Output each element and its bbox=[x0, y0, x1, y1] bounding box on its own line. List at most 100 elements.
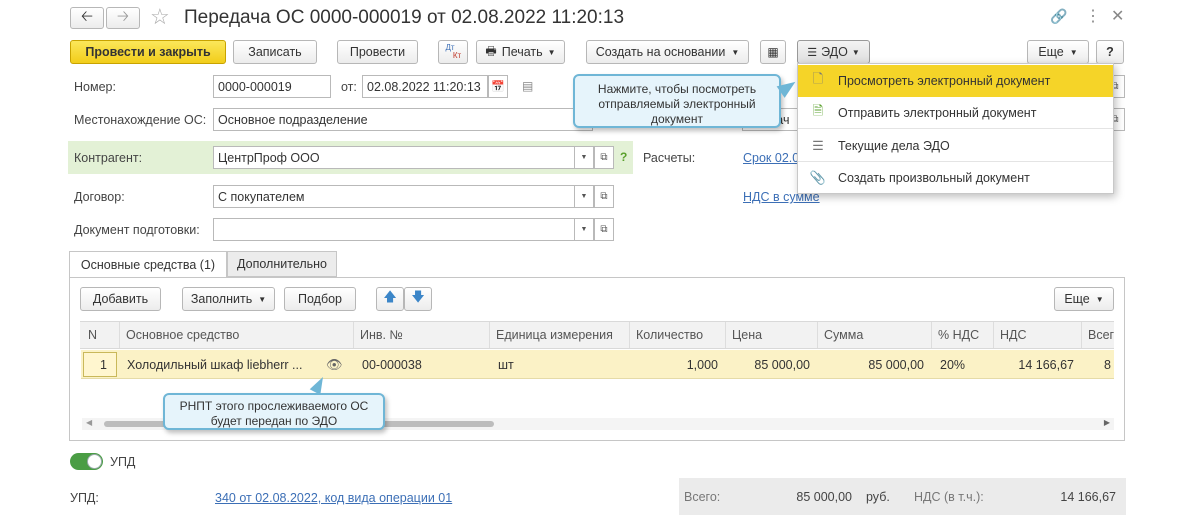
prep-doc-dropdown[interactable]: ▼ bbox=[574, 218, 594, 241]
menu-item-create-label: Создать произвольный документ bbox=[838, 171, 1030, 185]
comment-icon[interactable]: ▤ bbox=[522, 79, 533, 93]
row-vat: 14 166,67 bbox=[1018, 357, 1074, 372]
row-number: 1 bbox=[100, 357, 107, 372]
col-unit[interactable]: Единица измерения bbox=[490, 322, 630, 348]
chevron-down-icon: ▼ bbox=[731, 47, 740, 57]
fill-label: Заполнить bbox=[190, 292, 253, 306]
open-icon: ⧉ bbox=[600, 224, 608, 235]
more-vertical-icon[interactable]: ⋮ bbox=[1085, 6, 1101, 26]
table-more-label: Еще bbox=[1064, 292, 1090, 306]
fill-button[interactable]: Заполнить ▼ bbox=[182, 287, 275, 311]
col-vat[interactable]: НДС bbox=[994, 322, 1082, 348]
row-asset: Холодильный шкаф liebherr ... bbox=[127, 357, 303, 372]
arrow-up-icon: 🡅 bbox=[383, 289, 397, 304]
upd-toggle[interactable] bbox=[70, 453, 103, 470]
contract-field[interactable]: С покупателем bbox=[213, 185, 575, 208]
forward-button[interactable]: 🡢 bbox=[106, 7, 140, 29]
counterparty-open[interactable]: ⧉ bbox=[594, 146, 614, 169]
help-button[interactable]: ? bbox=[1096, 40, 1124, 64]
menu-item-create-arbitrary[interactable]: 📎 Создать произвольный документ bbox=[798, 162, 1113, 194]
post-button[interactable]: Провести bbox=[337, 40, 418, 64]
add-row-button[interactable]: Добавить bbox=[80, 287, 161, 311]
date-field[interactable]: 02.08.2022 11:20:13 bbox=[362, 75, 488, 98]
contract-dropdown[interactable]: ▼ bbox=[574, 185, 594, 208]
edo-callout: Нажмите, чтобы посмотреть отправляемый э… bbox=[573, 74, 781, 128]
favorite-star-icon[interactable]: ☆ bbox=[150, 4, 170, 30]
chevron-down-icon: ▼ bbox=[1095, 294, 1104, 304]
col-qty[interactable]: Количество bbox=[630, 322, 726, 348]
col-total[interactable]: Всего bbox=[1082, 322, 1114, 348]
menu-item-send-document[interactable]: 🗎 Отправить электронный документ bbox=[798, 97, 1113, 129]
link-icon[interactable]: 🔗 bbox=[1050, 8, 1067, 25]
document-icon: 🗋 bbox=[812, 71, 824, 86]
settlements-link[interactable]: Срок 02.0 bbox=[743, 151, 799, 165]
row-unit: шт bbox=[498, 357, 514, 372]
menu-item-view-label: Просмотреть электронный документ bbox=[838, 74, 1051, 88]
save-button[interactable]: Записать bbox=[233, 40, 317, 64]
post-and-close-button[interactable]: Провести и закрыть bbox=[70, 40, 226, 64]
chevron-down-icon: ▼ bbox=[851, 47, 860, 57]
vat-total-label: НДС (в т.ч.): bbox=[914, 490, 984, 504]
rnpt-callout: РНПТ этого прослеживаемого ОС будет пере… bbox=[163, 393, 385, 430]
back-button[interactable]: 🡠 bbox=[70, 7, 104, 29]
col-inv[interactable]: Инв. № bbox=[354, 322, 490, 348]
counterparty-hint-icon[interactable]: ? bbox=[620, 150, 627, 164]
upd-link[interactable]: 340 от 02.08.2022, код вида операции 01 bbox=[215, 491, 452, 505]
col-n[interactable]: N bbox=[82, 322, 120, 348]
row-sum: 85 000,00 bbox=[868, 357, 924, 372]
total-value: 85 000,00 bbox=[796, 490, 852, 504]
tracked-eye-icon[interactable]: 👁 bbox=[326, 357, 343, 373]
open-icon: ⧉ bbox=[600, 152, 608, 163]
counterparty-dropdown[interactable]: ▼ bbox=[574, 146, 594, 169]
row-qty: 1,000 bbox=[686, 357, 718, 372]
prep-doc-open[interactable]: ⧉ bbox=[594, 218, 614, 241]
row-total: 8 bbox=[1104, 357, 1111, 372]
chevron-down-icon: ▼ bbox=[547, 47, 556, 57]
scroll-right-icon[interactable]: ▶ bbox=[1104, 418, 1110, 427]
edo-button[interactable]: ☰ ЭДО ▼ bbox=[797, 40, 870, 64]
upd-toggle-knob bbox=[87, 454, 102, 469]
tab-main-assets[interactable]: Основные средства (1) bbox=[69, 251, 227, 278]
prep-doc-field[interactable] bbox=[213, 218, 575, 241]
upd-toggle-label: УПД bbox=[110, 455, 136, 469]
menu-item-edo-tasks[interactable]: ☰ Текущие дела ЭДО bbox=[798, 130, 1113, 162]
currency-label: руб. bbox=[866, 490, 890, 504]
paperclip-icon: 📎 bbox=[809, 170, 827, 185]
calendar-button[interactable]: 📅 bbox=[488, 75, 508, 98]
tasks-icon: ☰ bbox=[812, 137, 824, 153]
number-field[interactable]: 0000-000019 bbox=[213, 75, 331, 98]
counterparty-field[interactable]: ЦентрПроф ООО bbox=[213, 146, 575, 169]
col-price[interactable]: Цена bbox=[726, 322, 818, 348]
printer-icon: 🖶 bbox=[485, 43, 497, 58]
edo-icon: ☰ bbox=[807, 46, 818, 59]
tab-additional[interactable]: Дополнительно bbox=[227, 251, 337, 277]
chevron-down-icon: ▼ bbox=[580, 154, 588, 161]
menu-item-send-label: Отправить электронный документ bbox=[838, 105, 1037, 120]
scroll-left-icon[interactable]: ◀ bbox=[86, 418, 92, 427]
structure-button[interactable]: ▦ bbox=[760, 40, 786, 64]
contract-open[interactable]: ⧉ bbox=[594, 185, 614, 208]
calendar-icon: 📅 bbox=[491, 81, 505, 93]
chevron-down-icon: ▼ bbox=[258, 294, 267, 304]
counterparty-label: Контрагент: bbox=[74, 151, 143, 165]
prep-doc-label: Документ подготовки: bbox=[74, 223, 200, 237]
print-button[interactable]: 🖶 Печать ▼ bbox=[476, 40, 565, 64]
dt-kt-button[interactable]: Дт Кт bbox=[438, 40, 468, 64]
col-sum[interactable]: Сумма bbox=[818, 322, 932, 348]
location-field[interactable]: Основное подразделение bbox=[213, 108, 593, 131]
select-button[interactable]: Подбор bbox=[284, 287, 356, 311]
more-button[interactable]: Еще ▼ bbox=[1027, 40, 1089, 64]
col-vat-rate[interactable]: % НДС bbox=[932, 322, 994, 348]
table-more-button[interactable]: Еще ▼ bbox=[1054, 287, 1114, 311]
close-icon[interactable]: ✕ bbox=[1111, 6, 1124, 26]
move-up-button[interactable]: 🡅 bbox=[376, 287, 404, 311]
chevron-down-icon: ▼ bbox=[1069, 47, 1078, 57]
col-asset[interactable]: Основное средство bbox=[120, 322, 354, 348]
arrow-down-icon: 🡇 bbox=[411, 289, 425, 304]
create-based-on-button[interactable]: Создать на основании ▼ bbox=[586, 40, 749, 64]
tab-main-assets-label: Основные средства (1) bbox=[80, 258, 216, 272]
move-down-button[interactable]: 🡇 bbox=[404, 287, 432, 311]
more-label: Еще bbox=[1038, 45, 1064, 59]
arrow-right-icon: 🡢 bbox=[116, 7, 130, 25]
menu-item-view-document[interactable]: 🗋 Просмотреть электронный документ bbox=[798, 65, 1113, 97]
